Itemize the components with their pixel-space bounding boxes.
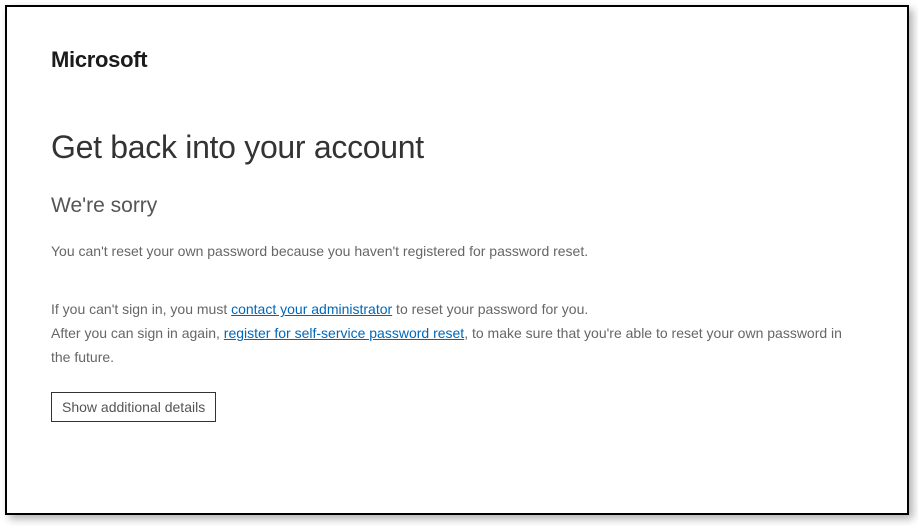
contact-administrator-link[interactable]: contact your administrator [231,301,392,317]
show-additional-details-button[interactable]: Show additional details [51,392,216,422]
help-line2-pre: After you can sign in again, [51,325,224,341]
help-text: If you can't sign in, you must contact y… [51,298,863,369]
register-sspr-link[interactable]: register for self-service password reset [224,325,464,341]
help-line1-pre: If you can't sign in, you must [51,301,231,317]
password-reset-panel: Microsoft Get back into your account We'… [5,5,909,515]
help-line1-post: to reset your password for you. [392,301,588,317]
error-message: You can't reset your own password becaus… [51,240,863,262]
page-subtitle: We're sorry [51,194,863,218]
page-title: Get back into your account [51,129,863,166]
brand-logo: Microsoft [51,47,863,73]
